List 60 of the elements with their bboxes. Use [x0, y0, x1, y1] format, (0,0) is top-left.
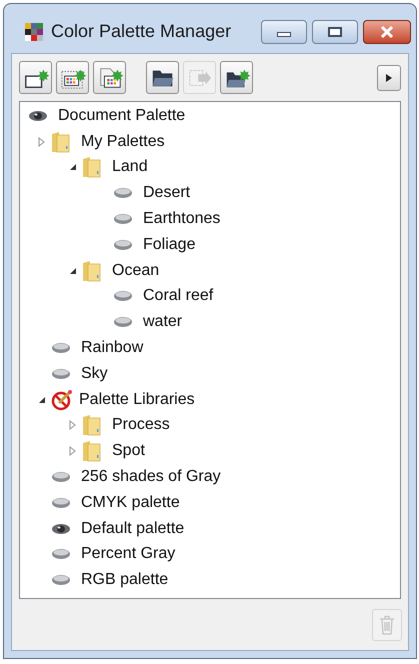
- expanded-arrow-icon[interactable]: [37, 394, 47, 405]
- minimize-button[interactable]: [261, 20, 307, 44]
- tree-item-label[interactable]: Coral reef: [143, 284, 214, 308]
- eye-icon: [28, 110, 48, 122]
- toolbar-button[interactable]: [220, 61, 253, 94]
- window-title: Color Palette Manager: [51, 20, 232, 43]
- trash-icon: [379, 614, 395, 634]
- tree-item-label[interactable]: Earthtones: [143, 207, 220, 232]
- palette-icon: [51, 368, 71, 380]
- collapsed-arrow-icon[interactable]: [68, 420, 78, 430]
- palette-icon: [51, 471, 71, 484]
- palette-icon: [51, 342, 71, 354]
- folder-icon: [82, 440, 102, 462]
- tree-item-label[interactable]: Land: [112, 155, 148, 180]
- palette-icon: [113, 213, 133, 226]
- tree-item-label[interactable]: Rainbow: [81, 336, 144, 360]
- tree-item-label[interactable]: Ocean: [112, 258, 160, 283]
- expanded-arrow-icon[interactable]: [68, 162, 78, 172]
- close-icon: [379, 26, 395, 38]
- folder-icon: [82, 414, 102, 436]
- toolbar-button[interactable]: [56, 61, 89, 94]
- tree-item-label[interactable]: Spot: [112, 439, 145, 464]
- tree-item-label[interactable]: Process: [112, 413, 170, 438]
- tree-item-label[interactable]: CMYK palette: [81, 490, 180, 515]
- tree-item-label[interactable]: RGB palette: [81, 568, 168, 592]
- palette-icon: [51, 574, 71, 586]
- maximize-icon: [328, 26, 342, 36]
- toolbar-button[interactable]: [19, 61, 52, 94]
- tree-item-label[interactable]: Desert: [143, 181, 190, 206]
- tree-item-label[interactable]: Sky: [81, 362, 108, 386]
- menu-arrow-button[interactable]: [377, 64, 401, 90]
- tree-item-label[interactable]: water: [143, 310, 182, 334]
- palette-icon: [51, 548, 71, 560]
- minimize-icon: [277, 32, 291, 37]
- close-button[interactable]: [363, 20, 411, 44]
- palette-icon: [113, 238, 133, 251]
- palette-icon: [113, 316, 133, 328]
- no-brush-icon: [51, 388, 73, 411]
- tree-item-label[interactable]: Percent Gray: [81, 542, 176, 566]
- eye-icon: [51, 522, 71, 535]
- toolbar-button[interactable]: [146, 61, 179, 94]
- tree-item-label[interactable]: Palette Libraries: [79, 388, 195, 412]
- expanded-arrow-icon[interactable]: [68, 266, 78, 276]
- tree-item-label[interactable]: Document Palette: [58, 104, 186, 128]
- palette-icon: [113, 187, 133, 200]
- maximize-button[interactable]: [312, 20, 358, 44]
- collapsed-arrow-icon[interactable]: [68, 446, 78, 456]
- tree-item-label[interactable]: My Palettes: [81, 130, 165, 154]
- collapsed-arrow-icon[interactable]: [37, 136, 47, 147]
- toolbar-button[interactable]: [93, 61, 126, 94]
- folder-icon: [51, 130, 71, 153]
- palette-icon: [51, 496, 71, 509]
- tree-item-label[interactable]: Foliage: [143, 232, 196, 257]
- folder-icon: [82, 260, 102, 282]
- app-icon: [25, 22, 43, 40]
- caret-icon: [386, 74, 392, 82]
- tree-item-label[interactable]: 256 shades of Gray: [81, 465, 221, 490]
- tree-item-label[interactable]: Default palette: [81, 516, 184, 541]
- folder-icon: [82, 156, 102, 178]
- palette-icon: [113, 290, 133, 302]
